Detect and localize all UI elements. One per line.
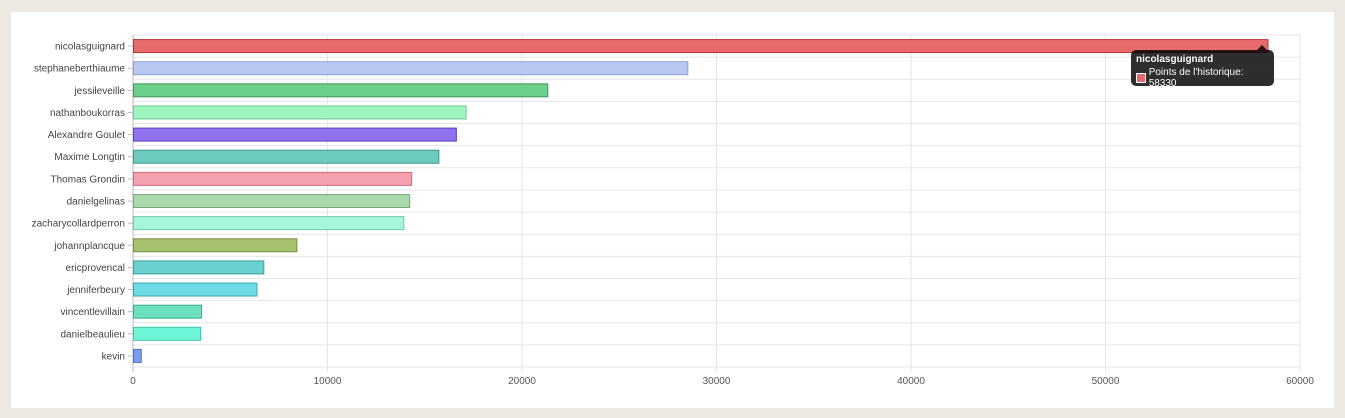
category-label: danielgelinas (67, 197, 125, 208)
x-tick-label: 30000 (703, 376, 731, 387)
x-tick-label: 10000 (314, 376, 342, 387)
x-tick-label: 50000 (1092, 376, 1120, 387)
bar (133, 348, 142, 363)
category-label: jessileveille (73, 86, 125, 97)
tooltip-title: nicolasguignard (1136, 54, 1214, 65)
x-tick-label: 0 (130, 376, 136, 387)
chart-panel: 0 10000 20000 30000 40000 50000 60000 nicolasgu… (11, 12, 1334, 408)
category-label: ericprovencal (66, 263, 125, 274)
bar (133, 105, 467, 120)
category-label: vincentlevillain (61, 307, 125, 318)
x-tick-label: 60000 (1286, 376, 1314, 387)
bar (133, 216, 405, 231)
bar (133, 326, 202, 341)
category-label: kevin (102, 351, 125, 362)
chart-tooltip: nicolasguignard Points de l'historique: … (1131, 45, 1274, 89)
category-label: zacharycollardperron (32, 219, 125, 230)
category-label: stephaneberthiaume (34, 64, 126, 75)
category-label: nicolasguignard (55, 42, 125, 53)
bar (133, 171, 413, 186)
bar (133, 194, 411, 208)
bar (133, 238, 298, 253)
bar (133, 304, 203, 319)
category-label: danielbeaulieu (60, 329, 125, 340)
bar (133, 127, 457, 142)
bar (133, 282, 258, 297)
bar (133, 149, 440, 164)
tooltip-row: Points de l'historique: 58330 (1136, 67, 1269, 89)
category-label: johannplancque (53, 241, 125, 252)
x-tick-label: 40000 (897, 376, 925, 387)
category-label: nathanboukorras (50, 108, 125, 119)
x-tick-label: 20000 (508, 376, 536, 387)
bar (133, 260, 265, 275)
bar (133, 39, 1269, 54)
category-label: Alexandre Goulet (48, 130, 125, 141)
category-label: Maxime Longtin (54, 152, 125, 163)
category-label: Thomas Grondin (51, 174, 125, 185)
category-label: jenniferbeury (66, 285, 125, 296)
tooltip-label: Points de l'historique: 58330 (1148, 67, 1244, 89)
bar (133, 61, 689, 76)
tooltip-swatch (1136, 73, 1146, 83)
bar (133, 83, 549, 98)
